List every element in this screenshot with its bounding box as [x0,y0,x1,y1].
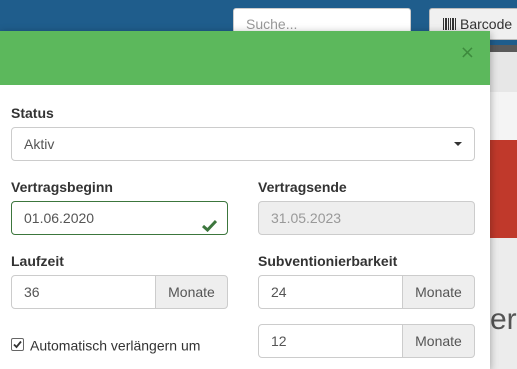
vertragsbeginn-label: Vertragsbeginn [11,179,113,195]
auto-renew-label: Automatisch verlängern um [30,337,201,354]
laufzeit-label: Laufzeit [11,253,64,269]
background-panel [490,52,517,92]
auto-renew-unit: Monate [402,324,475,358]
barcode-label: Barcode [460,16,513,32]
auto-renew-value: 12 [271,333,287,349]
status-value: Aktiv [24,136,55,152]
close-icon[interactable]: × [460,43,475,63]
status-select[interactable]: Aktiv [11,127,475,161]
vertragsbeginn-value: 01.06.2020 [24,210,95,226]
chevron-down-icon [454,142,462,146]
vertragsende-label: Vertragsende [258,179,347,195]
laufzeit-input[interactable]: 36 [11,275,156,309]
auto-renew-checkbox[interactable] [11,337,24,351]
subventionierbarkeit-value: 24 [271,284,287,300]
subventionierbarkeit-input[interactable]: 24 [258,275,403,309]
auto-renew-row: Automatisch verlängern um [11,334,200,354]
auto-renew-input[interactable]: 12 [258,324,403,358]
checkmark-icon [202,211,218,243]
vertragsende-input: 31.05.2023 [258,201,475,235]
vertragsende-value: 31.05.2023 [271,210,342,226]
laufzeit-value: 36 [24,284,40,300]
subventionierbarkeit-unit: Monate [402,275,475,309]
subventionierbarkeit-label: Subventionierbarkeit [258,253,398,269]
background-panel [490,92,517,140]
background-alert-panel [490,140,517,238]
modal-header: × [0,31,490,85]
status-label: Status [11,105,54,121]
vertragsbeginn-input[interactable]: 01.06.2020 [11,201,228,235]
laufzeit-unit: Monate [155,275,228,309]
contract-modal: × [0,31,490,369]
background-heading: ert [490,303,517,336]
